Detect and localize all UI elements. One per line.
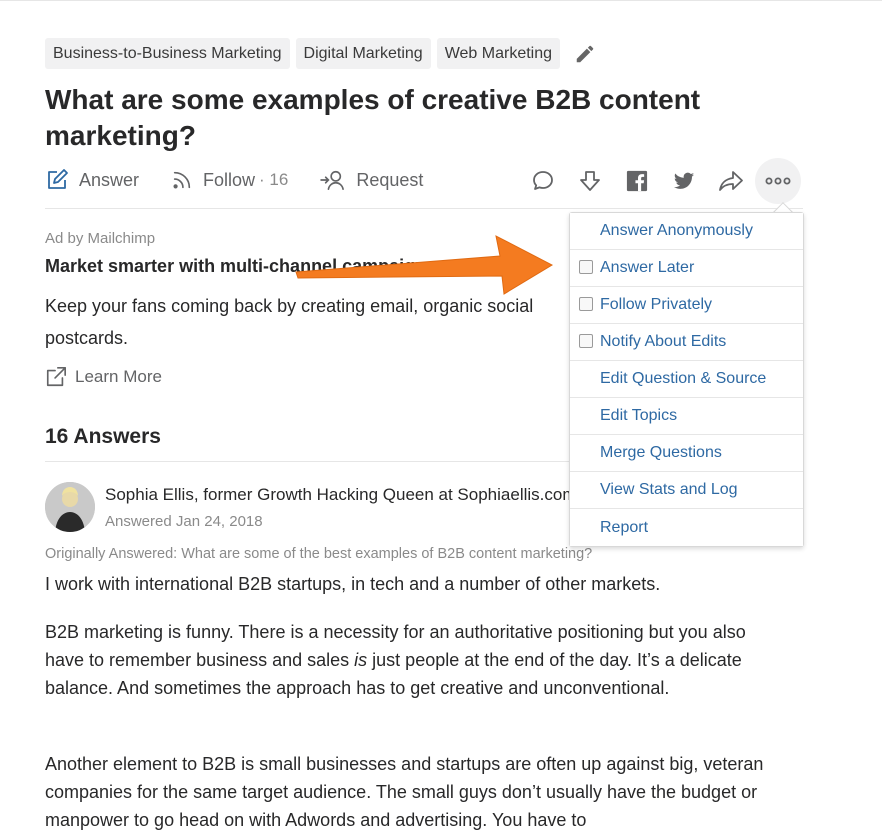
follow-label: Follow bbox=[203, 169, 256, 190]
menu-item-answer-later[interactable]: Answer Later bbox=[570, 250, 803, 287]
person-photo-icon bbox=[45, 482, 95, 532]
menu-item-edit-topics[interactable]: Edit Topics bbox=[570, 398, 803, 435]
more-options-button[interactable] bbox=[755, 158, 801, 204]
checkbox-icon[interactable] bbox=[579, 297, 593, 311]
rss-icon bbox=[173, 171, 191, 189]
twitter-share-button[interactable] bbox=[669, 159, 699, 203]
menu-item-label: Report bbox=[600, 518, 649, 536]
menu-item-label: Edit Topics bbox=[600, 407, 678, 424]
answer-paragraph: I work with international B2B startups, … bbox=[45, 574, 661, 594]
facebook-icon bbox=[626, 170, 648, 192]
topic-tag[interactable]: Business-to-Business Marketing bbox=[45, 38, 290, 69]
answer-paragraph: B2B marketing is funny. There is a neces… bbox=[45, 618, 785, 702]
author-credential[interactable]: Sophia Ellis, former Growth Hacking Quee… bbox=[105, 485, 575, 505]
answer-label: Answer bbox=[79, 169, 140, 190]
menu-item-label: Edit Question & Source bbox=[600, 370, 767, 387]
follow-button[interactable]: Follow · 16 bbox=[171, 162, 288, 198]
checkbox-icon[interactable] bbox=[579, 260, 593, 274]
ad-label: Ad by Mailchimp bbox=[45, 230, 156, 247]
share-icon bbox=[719, 171, 743, 191]
menu-item-label: Follow Privately bbox=[600, 296, 713, 313]
emphasis-text: is bbox=[354, 650, 368, 670]
menu-item-answer-anonymously[interactable]: Answer Anonymously bbox=[570, 213, 803, 250]
menu-item-label: Merge Questions bbox=[600, 444, 722, 461]
menu-item-view-stats-log[interactable]: View Stats and Log bbox=[570, 472, 803, 509]
menu-item-merge-questions[interactable]: Merge Questions bbox=[570, 435, 803, 472]
topic-tag[interactable]: Web Marketing bbox=[436, 38, 561, 69]
request-button[interactable]: Request bbox=[320, 162, 423, 198]
answer-button[interactable]: Answer bbox=[45, 162, 139, 198]
menu-item-edit-question-source[interactable]: Edit Question & Source bbox=[570, 361, 803, 398]
share-button[interactable] bbox=[716, 159, 746, 203]
question-actions: Answer Follow · 16 Request bbox=[45, 162, 455, 198]
divider bbox=[45, 208, 803, 209]
twitter-icon bbox=[673, 172, 695, 189]
topic-list: Business-to-Business Marketing Digital M… bbox=[45, 38, 596, 69]
ad-body-continued: postcards. bbox=[45, 328, 129, 348]
edit-topics-pencil-icon[interactable] bbox=[574, 43, 596, 65]
more-options-menu: Answer Anonymously Answer Later Follow P… bbox=[569, 212, 804, 547]
orange-annotation-arrow bbox=[295, 235, 554, 295]
originally-answered[interactable]: Originally Answered: What are some of th… bbox=[45, 546, 592, 562]
learn-more-link[interactable]: Learn More bbox=[45, 366, 162, 388]
answers-count-heading: 16 Answers bbox=[45, 425, 161, 448]
answer-date[interactable]: Answered Jan 24, 2018 bbox=[105, 513, 263, 530]
checkbox-icon[interactable] bbox=[579, 334, 593, 348]
author-avatar[interactable] bbox=[45, 482, 95, 532]
menu-item-follow-privately[interactable]: Follow Privately bbox=[570, 287, 803, 324]
downvote-icon bbox=[580, 171, 600, 191]
comment-button[interactable] bbox=[528, 159, 558, 203]
topic-tag[interactable]: Digital Marketing bbox=[295, 38, 431, 69]
menu-item-report[interactable]: Report bbox=[570, 509, 803, 546]
external-link-icon bbox=[46, 367, 66, 387]
follow-count: · 16 bbox=[259, 170, 289, 189]
facebook-share-button[interactable] bbox=[622, 159, 652, 203]
menu-item-label: Answer Later bbox=[600, 259, 695, 276]
menu-item-label: Notify About Edits bbox=[600, 333, 727, 350]
menu-item-label: Answer Anonymously bbox=[600, 222, 753, 239]
pencil-square-icon bbox=[48, 169, 68, 189]
menu-item-label: View Stats and Log bbox=[600, 481, 738, 498]
share-actions bbox=[528, 158, 801, 204]
answer-paragraph: Another element to B2B is small business… bbox=[45, 754, 764, 830]
request-label: Request bbox=[356, 169, 424, 190]
top-border bbox=[0, 0, 882, 1]
comment-icon bbox=[533, 171, 553, 190]
more-dots-icon bbox=[765, 177, 791, 185]
menu-item-notify-about-edits[interactable]: Notify About Edits bbox=[570, 324, 803, 361]
learn-more-label: Learn More bbox=[75, 367, 162, 386]
question-title[interactable]: What are some examples of creative B2B c… bbox=[45, 82, 765, 154]
request-user-icon bbox=[320, 170, 345, 190]
downvote-button[interactable] bbox=[575, 159, 605, 203]
